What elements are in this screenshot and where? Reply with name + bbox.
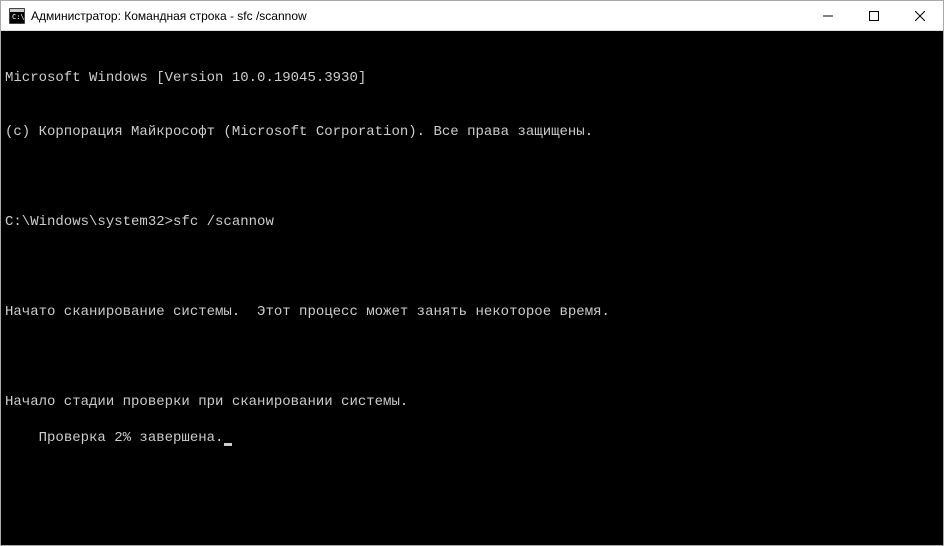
minimize-icon (823, 11, 833, 21)
close-button[interactable] (897, 1, 943, 30)
terminal-line: C:\Windows\system32>sfc /scannow (5, 213, 939, 231)
window-controls (805, 1, 943, 30)
titlebar[interactable]: C:\ Администратор: Командная строка - sf… (1, 1, 943, 31)
command-prompt-window: C:\ Администратор: Командная строка - sf… (0, 0, 944, 546)
terminal-output[interactable]: Microsoft Windows [Version 10.0.19045.39… (1, 31, 943, 545)
maximize-icon (869, 11, 879, 21)
terminal-line: Начало стадии проверки при сканировании … (5, 393, 939, 411)
maximize-button[interactable] (851, 1, 897, 30)
cmd-icon: C:\ (9, 8, 25, 24)
minimize-button[interactable] (805, 1, 851, 30)
window-title: Администратор: Командная строка - sfc /s… (31, 9, 805, 23)
terminal-line: Microsoft Windows [Version 10.0.19045.39… (5, 69, 939, 87)
close-icon (915, 11, 925, 21)
cursor (224, 443, 232, 446)
terminal-line: Начато сканирование системы. Этот процес… (5, 303, 939, 321)
terminal-line: (c) Корпорация Майкрософт (Microsoft Cor… (5, 123, 939, 141)
svg-text:C:\: C:\ (12, 13, 25, 21)
terminal-line: Проверка 2% завершена. (39, 430, 224, 446)
